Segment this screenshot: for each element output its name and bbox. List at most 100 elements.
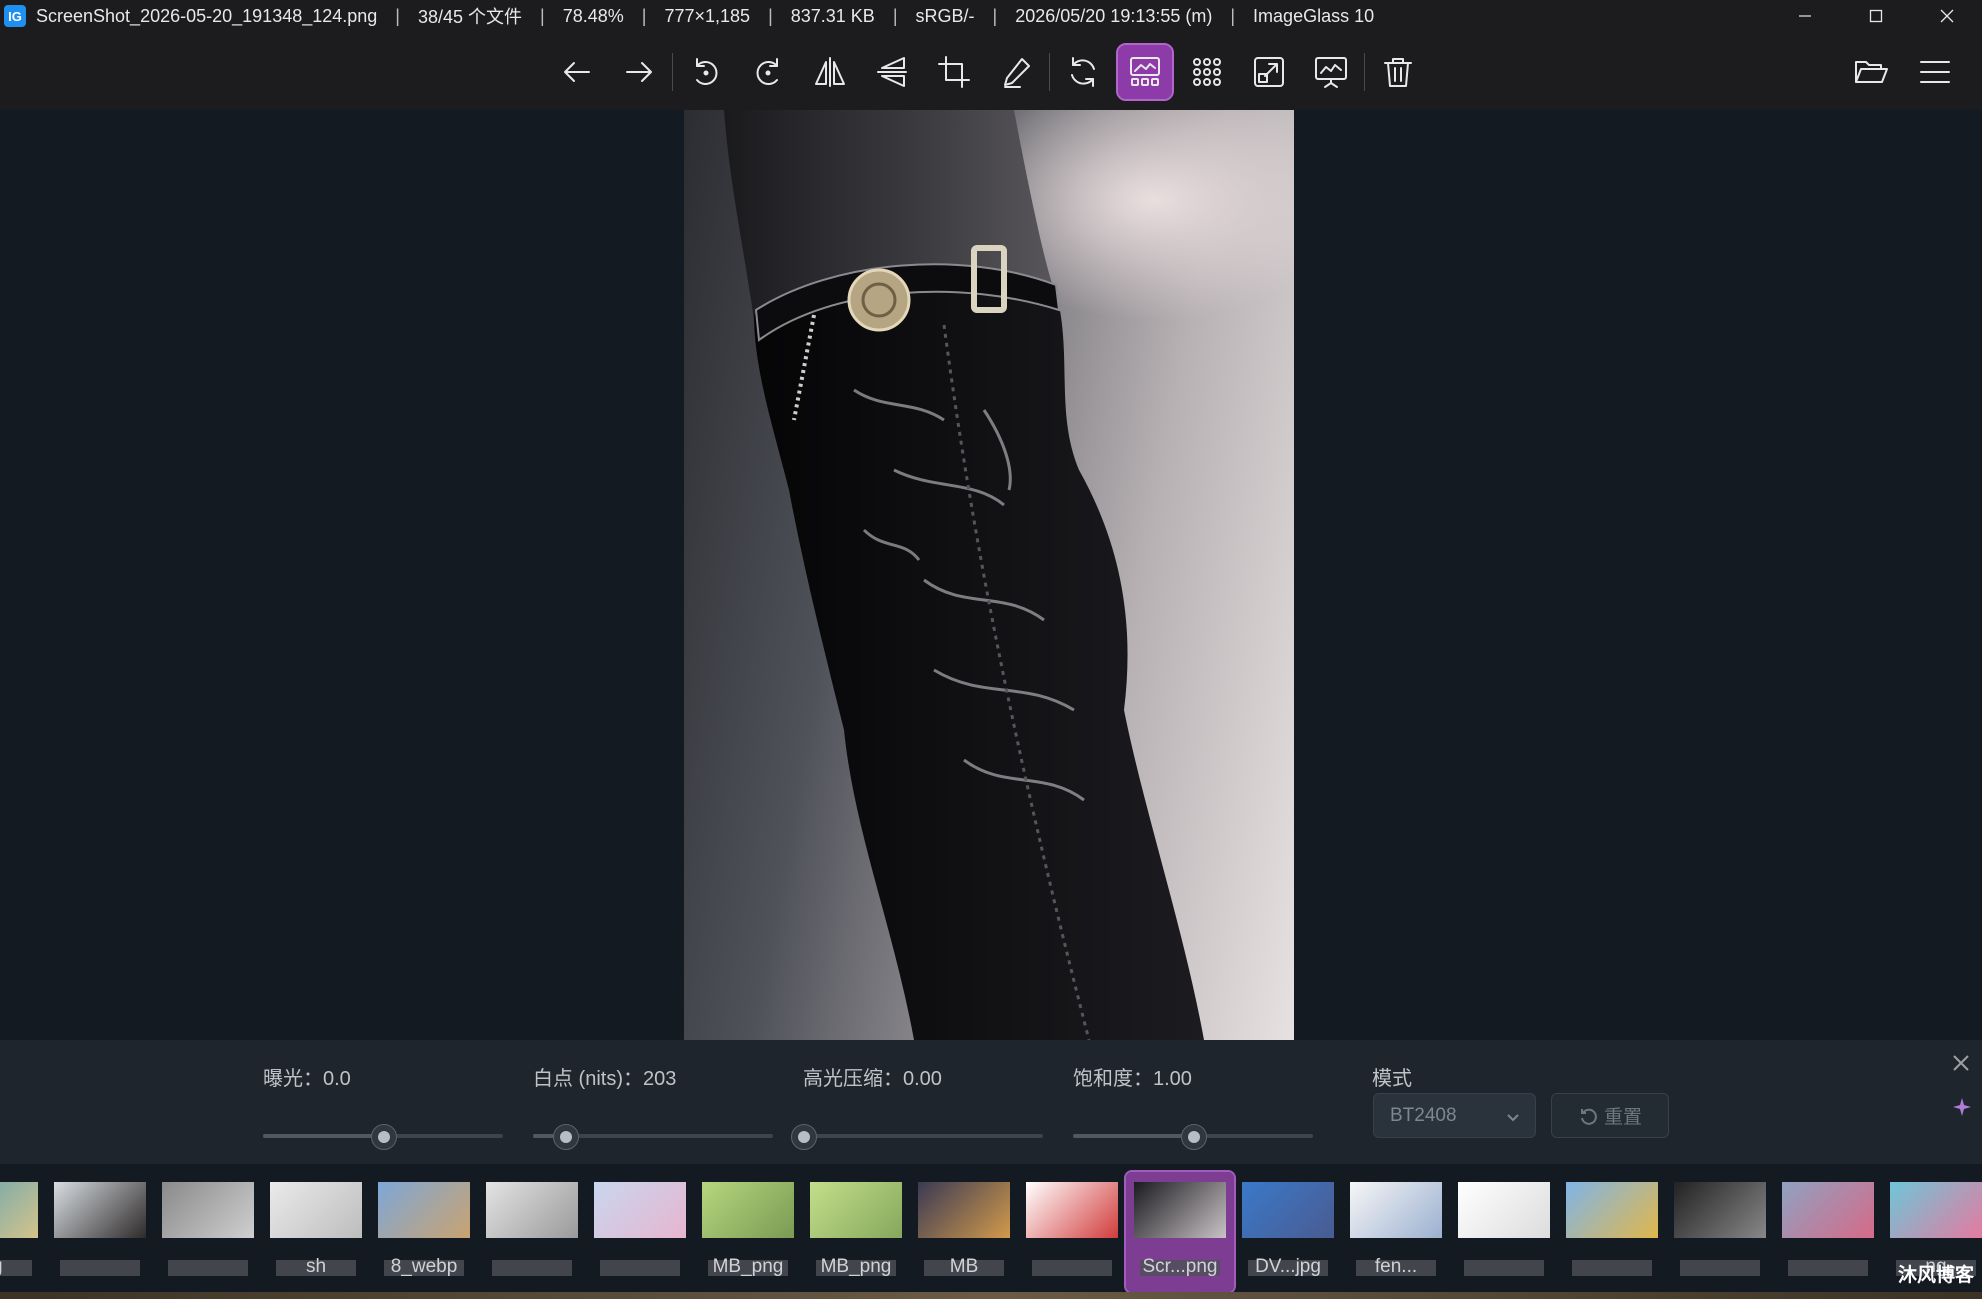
folder-open-icon [1855, 61, 1888, 83]
title-separator: | [1230, 5, 1236, 26]
rotate-ccw-icon [696, 58, 718, 85]
thumbnail-strip[interactable]: ng sh 8_webp MB_png MB_png MB Scr...png DV...jp… [0, 1164, 1982, 1299]
thumbnail-item[interactable] [478, 1172, 586, 1292]
saturation-slider-thumb[interactable] [1181, 1124, 1207, 1150]
delete-button[interactable] [1371, 45, 1425, 99]
thumbnail-image [1350, 1182, 1442, 1238]
exposure-slider[interactable] [263, 1124, 503, 1150]
close-icon [1940, 9, 1953, 23]
thumbnail-item[interactable]: MB [910, 1172, 1018, 1292]
mode-select[interactable]: BT2408 [1373, 1093, 1536, 1138]
color-picker-button[interactable] [989, 45, 1043, 99]
highlight-compression-slider[interactable] [791, 1124, 1043, 1150]
thumbnail-image [54, 1182, 146, 1238]
title-part: 777×1,185 [664, 5, 751, 26]
thumbnail-item[interactable] [1774, 1172, 1882, 1292]
white-point-slider[interactable] [533, 1124, 773, 1150]
rotate-right-button[interactable] [741, 45, 795, 99]
refresh-icon [1071, 57, 1095, 87]
sparkle-icon[interactable] [1953, 1098, 1971, 1116]
thumbnail-label-blur [1572, 1260, 1652, 1276]
thumbnail-item[interactable] [1450, 1172, 1558, 1292]
thumbnail-item[interactable]: Scr...png [1124, 1170, 1236, 1294]
thumbnail-item[interactable]: ng [0, 1172, 46, 1292]
thumbnail-label-blur [600, 1260, 680, 1276]
saturation-label: 饱和度：1.00 [1073, 1068, 1192, 1090]
thumbnail-item[interactable]: sh [262, 1172, 370, 1292]
white-point-slider-thumb[interactable] [553, 1124, 580, 1150]
saturation-slider[interactable] [1073, 1124, 1313, 1150]
desktop-edge [0, 1292, 1982, 1299]
flip-vertical-button[interactable] [865, 45, 919, 99]
next-image-button[interactable] [612, 45, 666, 99]
thumbnail-image [162, 1182, 254, 1238]
chevron-down-icon [1507, 1114, 1519, 1122]
maximize-icon [1869, 9, 1882, 23]
thumbnail-label-blur [1464, 1260, 1544, 1276]
flip-horizontal-button[interactable] [803, 45, 857, 99]
thumbnail-image [1782, 1182, 1874, 1238]
highlight-compression-slider-thumb[interactable] [791, 1124, 817, 1150]
thumbnail-item[interactable]: DV...jpg [1234, 1172, 1342, 1292]
reset-button[interactable]: 重置 [1551, 1093, 1669, 1138]
current-photo [684, 110, 1294, 1040]
thumbnail-label: ng [0, 1256, 46, 1278]
thumbnail-image [1458, 1182, 1550, 1238]
thumbnail-image [1674, 1182, 1766, 1238]
panel-close-button[interactable] [1952, 1054, 1972, 1074]
main-menu-button[interactable] [1908, 45, 1962, 99]
toolbar-divider [1364, 53, 1365, 91]
open-external-button[interactable] [1242, 45, 1296, 99]
previous-image-button[interactable] [550, 45, 604, 99]
title-part: ScreenShot_2026-05-20_191348_124.png [36, 5, 378, 26]
close-button[interactable] [1911, 0, 1982, 32]
thumbnail-label: 8_webp [390, 1256, 458, 1277]
thumbnail-grid-button[interactable] [1180, 45, 1234, 99]
crop-icon [938, 56, 970, 88]
thumbnail-item[interactable]: fen... [1342, 1172, 1450, 1292]
thumbnail-item[interactable]: MB_png [694, 1172, 802, 1292]
thumbnail-item[interactable] [154, 1172, 262, 1292]
thumbnail-label: fen... [1374, 1256, 1418, 1277]
slider-fill [1073, 1134, 1193, 1138]
rotate-cw-icon [756, 58, 778, 85]
thumbnail-item[interactable]: MB_png [802, 1172, 910, 1292]
thumbnail-image [1134, 1182, 1226, 1238]
exposure-slider-group: 曝光：0.0 [263, 1062, 505, 1150]
toolbar-divider [1049, 53, 1050, 91]
title-part: sRGB/- [915, 5, 975, 26]
title-separator: | [768, 5, 773, 26]
thumbnail-item[interactable] [1558, 1172, 1666, 1292]
thumbnail-item[interactable] [1666, 1172, 1774, 1292]
thumbnail-item[interactable] [586, 1172, 694, 1292]
thumbnail-item[interactable]: 8_webp [370, 1172, 478, 1292]
thumbnail-label-blur [492, 1260, 572, 1276]
minimize-button[interactable] [1769, 0, 1840, 32]
refresh-button[interactable] [1056, 45, 1110, 99]
crop-button[interactable] [927, 45, 981, 99]
thumbnail-item[interactable] [1018, 1172, 1126, 1292]
image-viewer[interactable] [0, 110, 1982, 1040]
hdr-adjust-button[interactable] [1116, 43, 1174, 101]
highlight-compression-label: 高光压缩：0.00 [803, 1068, 942, 1090]
maximize-button[interactable] [1840, 0, 1911, 32]
thumbnail-image [810, 1182, 902, 1238]
exposure-label: 曝光：0.0 [263, 1068, 351, 1090]
open-folder-button[interactable] [1844, 45, 1898, 99]
thumbnail-label: DV...jpg [1255, 1256, 1321, 1277]
exposure-slider-thumb[interactable] [371, 1124, 397, 1150]
undo-icon [1580, 1108, 1597, 1125]
title-part: 78.48% [562, 5, 624, 26]
thumbnail-item[interactable] [46, 1172, 154, 1292]
slideshow-button[interactable] [1304, 45, 1358, 99]
thumbnail-label: MB [949, 1256, 979, 1277]
thumbnail-image [702, 1182, 794, 1238]
mode-select-value: BT2408 [1390, 1104, 1457, 1126]
trash-icon [1384, 58, 1412, 87]
saturation-slider-group: 饱和度：1.00 [1073, 1062, 1315, 1150]
thumbnail-image [378, 1182, 470, 1238]
rotate-left-button[interactable] [679, 45, 733, 99]
window-title: ScreenShot_2026-05-20_191348_124.png | 38/… [36, 3, 1374, 29]
hdr-adjust-panel: 曝光：0.0 白点 (nits)：203 高光压缩：0.00 饱和度：1.00 … [0, 1040, 1982, 1164]
mode-label: 模式 [1372, 1068, 1412, 1090]
